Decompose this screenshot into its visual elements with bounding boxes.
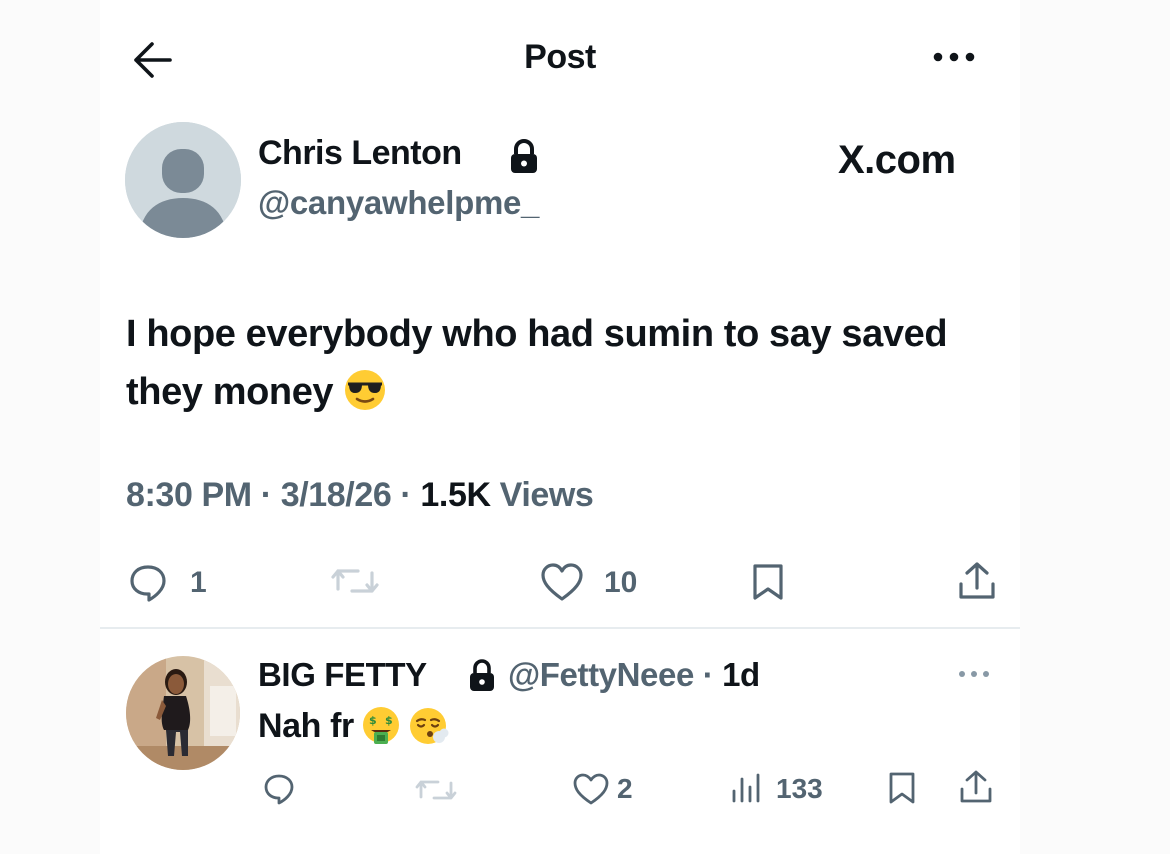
analytics-icon[interactable] xyxy=(730,771,764,805)
like-heart-icon[interactable] xyxy=(540,562,584,602)
meta-separator: · xyxy=(400,476,412,514)
author-avatar[interactable] xyxy=(125,122,241,238)
left-margin xyxy=(0,0,100,854)
reply-icon[interactable] xyxy=(128,562,168,602)
views-count: 1.5K xyxy=(420,476,491,514)
reply-text-content: Nah fr xyxy=(258,707,354,745)
reply-age: 1d xyxy=(722,656,760,693)
share-icon[interactable] xyxy=(955,560,999,602)
post-meta: 8:30 PM · 3/18/26 · 1.5K Views xyxy=(126,476,594,515)
post-time: 8:30 PM xyxy=(126,476,252,514)
reply-views-count: 133 xyxy=(776,773,823,804)
views-label: Views xyxy=(499,476,594,514)
reply-text: Nah fr $ $ xyxy=(258,705,450,747)
lock-icon xyxy=(466,657,498,695)
exhaling-face-emoji-icon xyxy=(408,705,450,747)
author-handle[interactable]: @canyawhelpme_ xyxy=(258,184,539,222)
reply-author-avatar[interactable] xyxy=(126,656,240,770)
reply-repost-icon[interactable] xyxy=(414,775,458,805)
reply-count: 1 xyxy=(190,566,207,599)
svg-text:$: $ xyxy=(369,714,376,727)
sunglasses-emoji-icon xyxy=(343,368,387,412)
more-options-icon[interactable] xyxy=(928,42,980,72)
reply-author-name[interactable]: BIG FETTY xyxy=(258,656,427,694)
post-text-content: I hope everybody who had sumin to say sa… xyxy=(126,313,948,413)
reply-more-options-icon[interactable] xyxy=(956,666,992,682)
bookmark-icon[interactable] xyxy=(750,562,786,602)
divider xyxy=(100,627,1020,629)
reply-like-count: 2 xyxy=(617,773,633,804)
post-text: I hope everybody who had sumin to say sa… xyxy=(126,305,986,421)
meta-separator: · xyxy=(260,476,272,514)
author-name[interactable]: Chris Lenton xyxy=(258,134,462,173)
repost-icon[interactable] xyxy=(330,563,380,599)
svg-text:$: $ xyxy=(385,714,392,727)
money-mouth-emoji-icon: $ $ xyxy=(360,705,402,747)
source-label: X.com xyxy=(838,138,956,182)
like-count: 10 xyxy=(604,566,638,599)
lock-icon xyxy=(506,137,542,177)
reply-handle-text: @FettyNeee xyxy=(508,656,694,693)
reply-share-icon[interactable] xyxy=(957,769,995,805)
reply-comment-icon[interactable] xyxy=(262,772,296,806)
reply-author-handle[interactable]: @FettyNeee · 1d xyxy=(508,656,760,694)
reply-like-heart-icon[interactable] xyxy=(572,772,610,806)
meta-separator: · xyxy=(702,656,714,693)
right-margin xyxy=(1020,0,1170,854)
reply-bookmark-icon[interactable] xyxy=(886,771,918,805)
post-date: 3/18/26 xyxy=(280,476,392,514)
